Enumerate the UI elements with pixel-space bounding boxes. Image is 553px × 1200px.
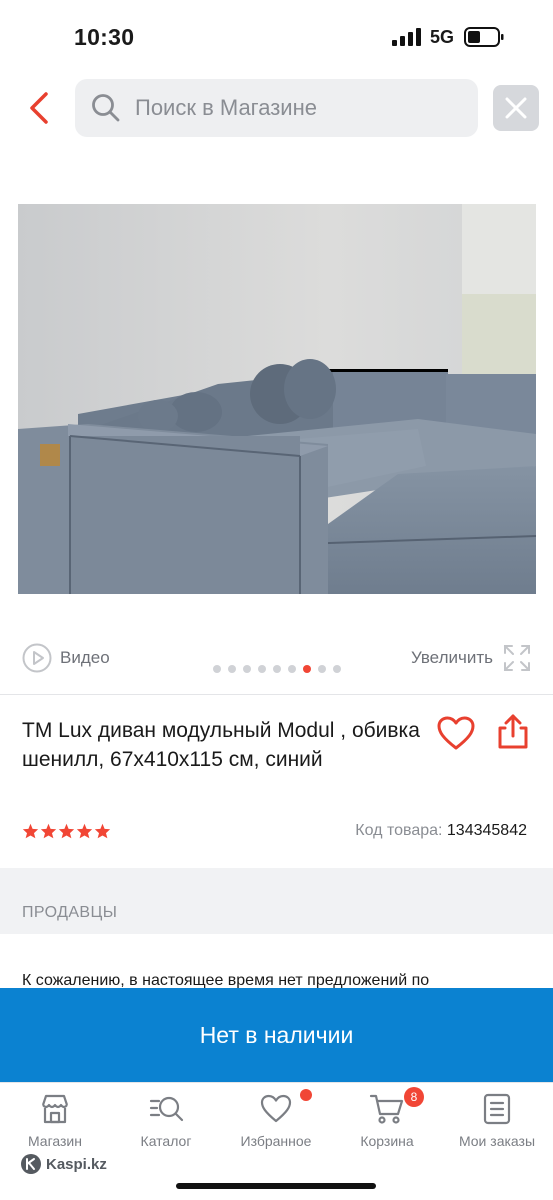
kaspi-logo: Kaspi.kz (20, 1153, 107, 1175)
tab-store[interactable]: Магазин (5, 1093, 105, 1155)
gallery-dot[interactable] (273, 665, 281, 673)
tab-store-label: Магазин (27, 1133, 82, 1149)
cart-count-badge: 8 (404, 1087, 424, 1107)
star-icon (76, 823, 93, 839)
tab-favorites-label: Избранное (240, 1133, 312, 1149)
search-icon (92, 94, 120, 122)
sellers-section-header: ПРОДАВЦЫ (0, 868, 553, 934)
play-circle-icon (22, 643, 52, 673)
cart-icon (369, 1094, 404, 1124)
kaspi-logo-text: Kaspi.kz (46, 1155, 107, 1173)
sellers-title: ПРОДАВЦЫ (22, 904, 118, 921)
tab-cart[interactable]: Корзина 8 (337, 1087, 437, 1155)
star-icon (94, 823, 111, 839)
catalog-search-icon (149, 1096, 184, 1122)
zoom-label: Увеличить (411, 648, 493, 667)
rating-stars (22, 823, 111, 839)
product-code-label: Код товара: (355, 822, 443, 839)
search-box[interactable] (75, 79, 478, 137)
close-icon (505, 97, 527, 119)
divider (0, 694, 553, 695)
product-title: ТМ Lux диван модульный Modul , обивка ше… (22, 719, 420, 771)
gallery-dot-active[interactable] (303, 665, 311, 673)
gallery-dot[interactable] (258, 665, 266, 673)
video-label: Видео (60, 648, 110, 667)
gallery-dot[interactable] (213, 665, 221, 673)
star-icon (40, 823, 57, 839)
video-button[interactable]: Видео (22, 642, 110, 674)
gallery-dot[interactable] (288, 665, 296, 673)
gallery-dot[interactable] (318, 665, 326, 673)
gallery-dot[interactable] (243, 665, 251, 673)
favorites-notification-dot (300, 1089, 312, 1101)
tab-catalog[interactable]: Каталог (116, 1093, 216, 1155)
tab-orders-label: Мои заказы (458, 1133, 536, 1149)
gallery-dot[interactable] (333, 665, 341, 673)
tab-orders[interactable]: Мои заказы (447, 1093, 547, 1155)
product-code-value: 134345842 (446, 822, 527, 839)
share-icon[interactable] (496, 714, 530, 750)
tab-catalog-label: Каталог (140, 1133, 192, 1149)
home-indicator[interactable] (176, 1183, 376, 1189)
favorite-heart-icon[interactable] (437, 716, 475, 752)
gallery-dot[interactable] (228, 665, 236, 673)
orders-icon (483, 1093, 511, 1125)
back-arrow-icon[interactable] (24, 90, 58, 126)
network-type: 5G (430, 27, 455, 47)
star-icon (58, 823, 75, 839)
product-image[interactable] (18, 204, 536, 594)
close-search-button[interactable] (493, 85, 539, 131)
sofa-photo (18, 204, 536, 594)
gallery-pagination (213, 665, 341, 673)
product-code: Код товара: 134345842 (355, 822, 527, 840)
search-input[interactable] (135, 89, 465, 127)
status-time: 10:30 (74, 24, 135, 50)
tab-favorites[interactable]: Избранное (226, 1089, 326, 1155)
signal-icon (392, 28, 421, 46)
battery-icon (464, 27, 504, 47)
kaspi-logo-icon (21, 1154, 41, 1174)
zoom-button[interactable]: Увеличить (411, 642, 531, 674)
star-icon (22, 823, 39, 839)
status-bar: 10:30 5G (0, 0, 553, 70)
out-of-stock-button[interactable]: Нет в наличии (0, 988, 553, 1082)
expand-icon (504, 645, 530, 671)
store-icon (41, 1094, 69, 1124)
tab-cart-label: Корзина (360, 1133, 414, 1149)
search-header (0, 78, 553, 140)
gallery-controls: Видео Увеличить (0, 640, 553, 680)
heart-icon (260, 1094, 292, 1123)
